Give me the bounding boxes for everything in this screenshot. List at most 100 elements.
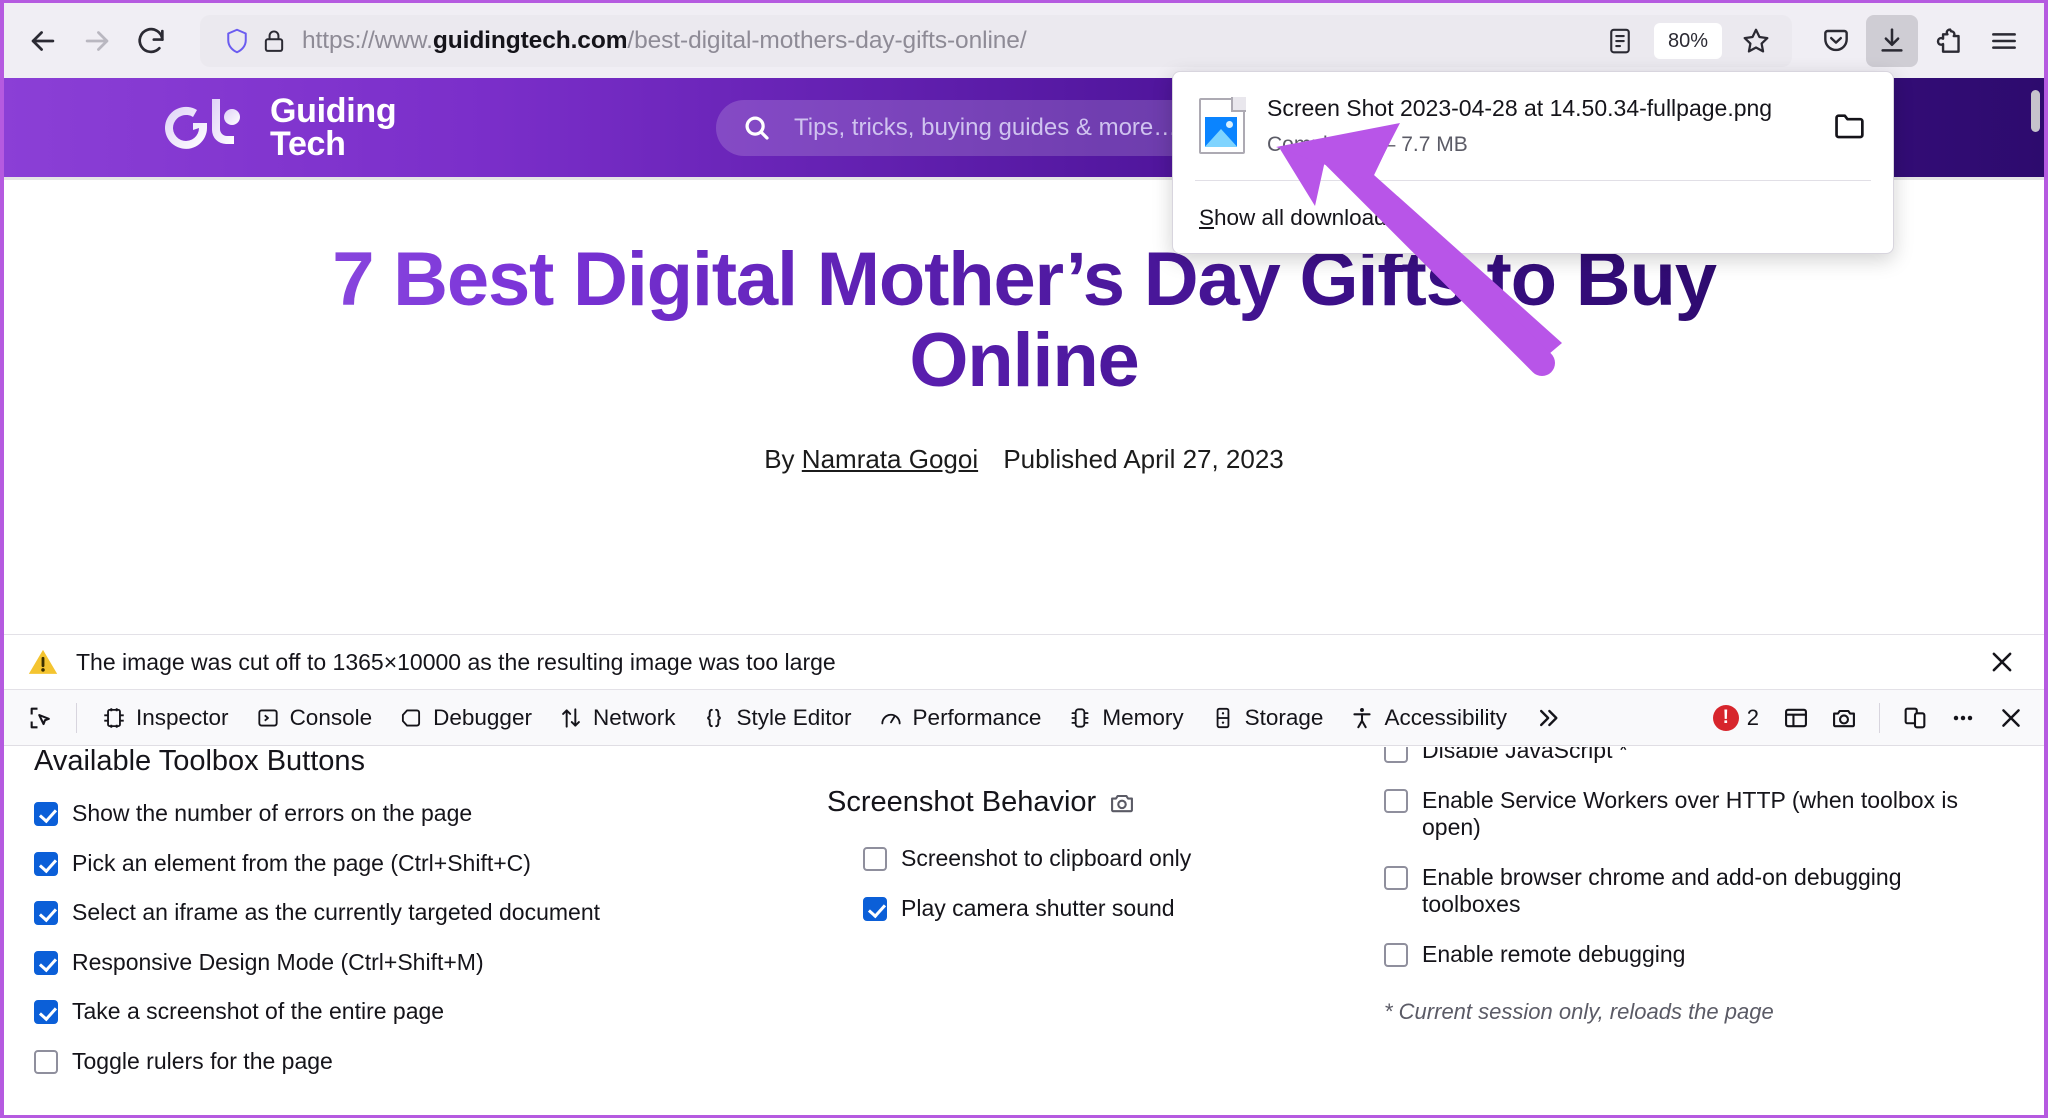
checkbox[interactable] xyxy=(34,950,58,975)
devtools-panel: Inspector Console Debugger Network Style… xyxy=(4,690,2044,1115)
tab-storage[interactable]: Storage xyxy=(1198,696,1336,740)
hamburger-menu-icon[interactable] xyxy=(1978,15,2030,67)
section-title-screenshot-behavior: Screenshot Behavior xyxy=(827,786,1358,819)
checkbox[interactable] xyxy=(34,1049,58,1074)
accesskey-letter: S xyxy=(1199,204,1215,230)
padlock-icon[interactable] xyxy=(260,27,288,55)
settings-column-toolbox-buttons: Available Toolbox Buttons Show the numbe… xyxy=(34,747,819,1076)
checkbox[interactable] xyxy=(34,1000,58,1025)
tab-label: Console xyxy=(289,704,373,730)
page-title: 7 Best Digital Mother’s Day Gifts to Buy… xyxy=(244,239,1804,402)
tab-inspector[interactable]: Inspector xyxy=(89,696,241,740)
camera-icon[interactable] xyxy=(1821,696,1867,740)
responsive-design-mode-icon[interactable] xyxy=(1892,696,1938,740)
show-all-downloads-button[interactable]: Show all downloads xyxy=(1173,181,1893,254)
option-show-errors[interactable]: Show the number of errors on the page xyxy=(34,800,793,828)
option-label: Enable remote debugging xyxy=(1422,940,1686,967)
close-icon[interactable] xyxy=(1988,696,2034,740)
checkbox[interactable] xyxy=(1384,788,1408,813)
checkbox[interactable] xyxy=(34,802,58,826)
shield-icon[interactable] xyxy=(222,26,252,56)
option-toggle-rulers[interactable]: Toggle rulers for the page xyxy=(34,1048,793,1076)
forward-arrow-icon[interactable] xyxy=(72,16,122,66)
option-play-camera-shutter-sound[interactable]: Play camera shutter sound xyxy=(863,895,1358,923)
option-label: Show the number of errors on the page xyxy=(72,800,473,826)
tab-style-editor[interactable]: Style Editor xyxy=(689,696,863,740)
tab-label: Memory xyxy=(1102,704,1184,730)
tab-console[interactable]: Console xyxy=(243,696,385,740)
option-enable-remote-debugging[interactable]: Enable remote debugging xyxy=(1384,941,1988,969)
site-search-input[interactable]: Tips, tricks, buying guides & more… xyxy=(716,100,1216,156)
show-all-downloads-label: Show all downloads xyxy=(1199,205,1398,231)
option-enable-service-workers[interactable]: Enable Service Workers over HTTP (when t… xyxy=(1384,787,1988,842)
url-path: /best-digital-mothers-day-gifts-online/ xyxy=(627,26,1027,54)
error-count-badge[interactable]: ! 2 xyxy=(1701,704,1771,731)
devtools-toolbar: Inspector Console Debugger Network Style… xyxy=(4,690,2044,746)
meatball-menu-icon[interactable] xyxy=(1940,696,1986,740)
option-enable-browser-chrome-debugging[interactable]: Enable browser chrome and add-on debuggi… xyxy=(1384,864,1988,919)
byline: By Namrata Gogoi Published April 27, 202… xyxy=(4,444,2044,475)
error-count: 2 xyxy=(1746,704,1759,730)
downloads-arrow-icon[interactable] xyxy=(1866,14,1918,67)
extensions-puzzle-icon[interactable] xyxy=(1922,15,1974,67)
tab-label: Network xyxy=(592,704,676,730)
page-scrollbar[interactable] xyxy=(2031,90,2040,132)
option-screenshot-clipboard-only[interactable]: Screenshot to clipboard only xyxy=(863,845,1358,873)
zoom-level-button[interactable]: 80% xyxy=(1653,22,1722,59)
pocket-icon[interactable] xyxy=(1810,15,1862,67)
checkbox[interactable] xyxy=(1384,747,1408,763)
option-label: Toggle rulers for the page xyxy=(72,1047,333,1074)
tab-label: Storage xyxy=(1244,704,1324,730)
tab-performance[interactable]: Performance xyxy=(866,696,1054,740)
reader-mode-icon[interactable] xyxy=(1594,15,1646,67)
download-status: Completed — 7.7 MB xyxy=(1267,133,1468,156)
warning-triangle-icon xyxy=(26,645,60,679)
option-disable-javascript[interactable]: Disable JavaScript * xyxy=(1384,747,1988,765)
tab-memory[interactable]: Memory xyxy=(1055,696,1195,740)
star-icon[interactable] xyxy=(1730,15,1782,67)
option-label: Screenshot to clipboard only xyxy=(901,845,1192,871)
guiding-tech-logo xyxy=(162,95,248,161)
element-picker-icon[interactable] xyxy=(18,697,64,739)
tab-label: Style Editor xyxy=(736,704,852,730)
checkbox[interactable] xyxy=(863,847,887,871)
address-bar[interactable]: https://www.guidingtech.com/best-digital… xyxy=(200,14,1792,67)
tab-label: Debugger xyxy=(433,704,532,730)
site-logo[interactable]: Guiding Tech xyxy=(162,91,397,161)
devtools-settings-pane: Available Toolbox Buttons Show the numbe… xyxy=(4,747,2044,1115)
tab-debugger[interactable]: Debugger xyxy=(386,696,544,740)
option-screenshot-entire-page[interactable]: Take a screenshot of the entire page xyxy=(34,998,793,1026)
chevron-double-right-icon[interactable] xyxy=(1521,704,1573,732)
tab-accessibility[interactable]: Accessibility xyxy=(1337,696,1519,740)
option-label: Enable browser chrome and add-on debuggi… xyxy=(1422,863,1902,918)
toolbar-divider-2 xyxy=(1879,702,1880,733)
folder-icon[interactable] xyxy=(1831,107,1869,145)
download-file-name: Screen Shot 2023-04-28 at 14.50.34-fullp… xyxy=(1267,95,1773,121)
author-link[interactable]: Namrata Gogoi xyxy=(802,444,978,474)
checkbox[interactable] xyxy=(1384,942,1408,967)
download-item[interactable]: Screen Shot 2023-04-28 at 14.50.34-fullp… xyxy=(1173,72,1893,180)
checkbox[interactable] xyxy=(1384,865,1408,890)
option-label: Select an iframe as the currently target… xyxy=(72,899,601,926)
option-responsive-design-mode[interactable]: Responsive Design Mode (Ctrl+Shift+M) xyxy=(34,949,793,977)
screenshot-warning-bar: The image was cut off to 1365×10000 as t… xyxy=(4,634,2044,690)
reload-icon[interactable] xyxy=(126,16,176,66)
option-select-iframe[interactable]: Select an iframe as the currently target… xyxy=(34,899,793,927)
address-bar-actions: 80% xyxy=(1594,15,1782,67)
logo-line-1: Guiding xyxy=(270,91,397,130)
tab-network[interactable]: Network xyxy=(546,696,688,740)
dock-layout-icon[interactable] xyxy=(1773,696,1819,740)
checkbox[interactable] xyxy=(34,901,58,926)
image-file-icon xyxy=(1199,97,1246,154)
tab-label: Performance xyxy=(912,704,1042,730)
close-icon[interactable] xyxy=(1980,640,2024,684)
url-text[interactable]: https://www.guidingtech.com/best-digital… xyxy=(302,27,1580,55)
checkbox[interactable] xyxy=(863,896,887,921)
url-prefix: https://www. xyxy=(302,26,433,54)
checkbox[interactable] xyxy=(34,851,58,876)
site-logo-text: Guiding Tech xyxy=(270,91,397,161)
option-pick-element[interactable]: Pick an element from the page (Ctrl+Shif… xyxy=(34,850,793,878)
section-title-toolbox-buttons: Available Toolbox Buttons xyxy=(34,747,366,777)
back-arrow-icon[interactable] xyxy=(18,16,68,66)
settings-column-advanced: Disable JavaScript * Enable Service Work… xyxy=(1384,747,2014,1076)
